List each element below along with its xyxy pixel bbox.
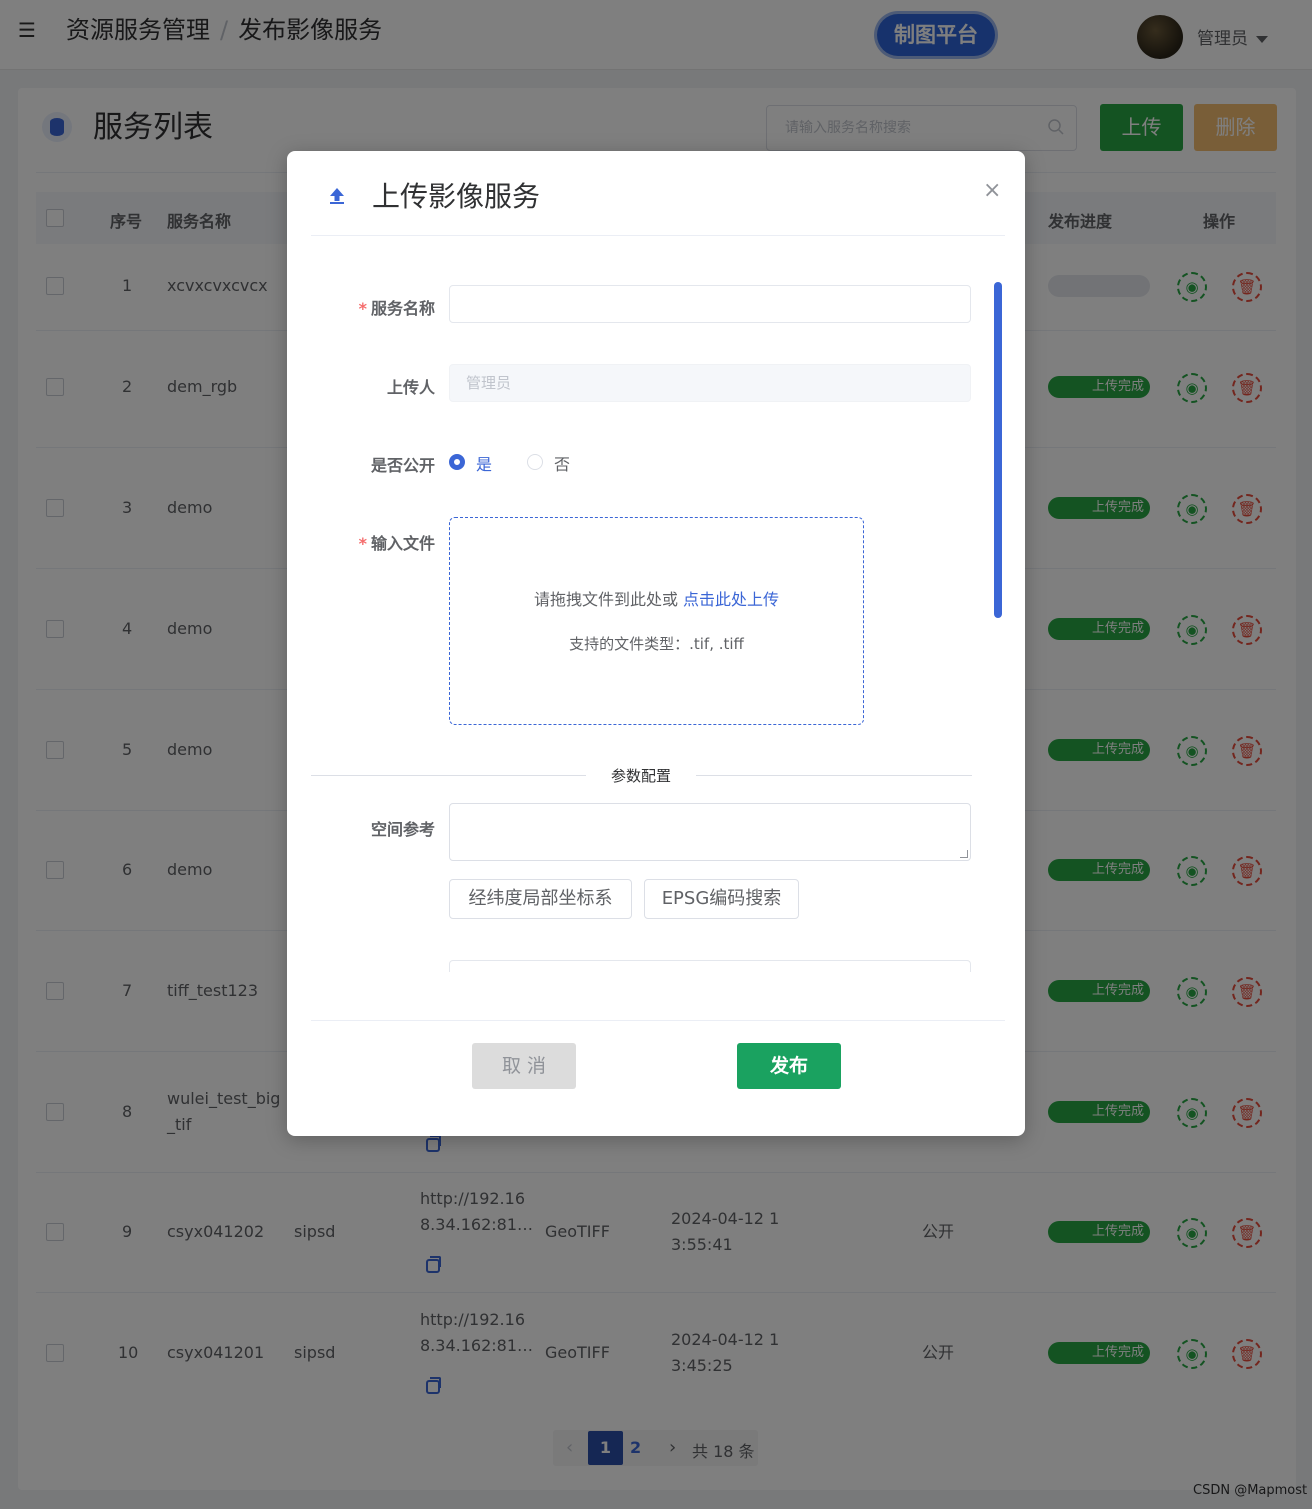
uploader-field: 管理员	[449, 364, 971, 402]
click-upload-link[interactable]: 点击此处上传	[683, 590, 779, 609]
public-yes-label[interactable]: 是	[476, 451, 492, 475]
uploader-label: 上传人	[386, 378, 435, 397]
publish-button[interactable]: 发布	[737, 1043, 841, 1089]
upload-icon	[330, 188, 344, 204]
dropzone-text: 请拖拽文件到此处或 点击此处上传	[533, 590, 780, 609]
dialog-footer-divider	[311, 1020, 1005, 1021]
section-divider-left	[311, 775, 586, 776]
clipped-field-label	[369, 962, 435, 972]
spatial-ref-label: 空间参考	[370, 820, 435, 839]
spatial-ref-textarea[interactable]	[449, 803, 971, 861]
clipped-field-input[interactable]	[449, 960, 971, 972]
required-mark: *	[358, 534, 367, 553]
params-section-title: 参数配置	[610, 767, 671, 785]
public-label: 是否公开	[370, 456, 435, 475]
dialog-title: 上传影像服务	[372, 180, 541, 213]
epsg-search-button[interactable]: EPSG编码搜索	[644, 879, 799, 919]
section-divider-right	[696, 775, 972, 776]
file-dropzone[interactable]	[449, 517, 864, 725]
service-name-input[interactable]	[449, 285, 971, 323]
dialog-header-divider	[311, 235, 1005, 236]
service-name-label: * 服务名称	[358, 299, 435, 318]
public-yes-radio[interactable]	[449, 454, 465, 470]
public-no-label[interactable]: 否	[554, 451, 570, 475]
required-mark: *	[358, 299, 367, 318]
latlon-local-crs-button[interactable]: 经纬度局部坐标系	[449, 879, 632, 919]
dialog-scrollbar[interactable]	[994, 282, 1002, 618]
resize-handle-icon[interactable]	[960, 850, 968, 858]
cancel-button[interactable]: 取 消	[472, 1043, 576, 1089]
public-no-radio[interactable]	[527, 454, 543, 470]
close-icon[interactable]: ×	[983, 180, 1001, 202]
dropzone-hint: 支持的文件类型：.tif, .tiff	[569, 635, 744, 653]
file-label: * 输入文件	[358, 534, 435, 553]
